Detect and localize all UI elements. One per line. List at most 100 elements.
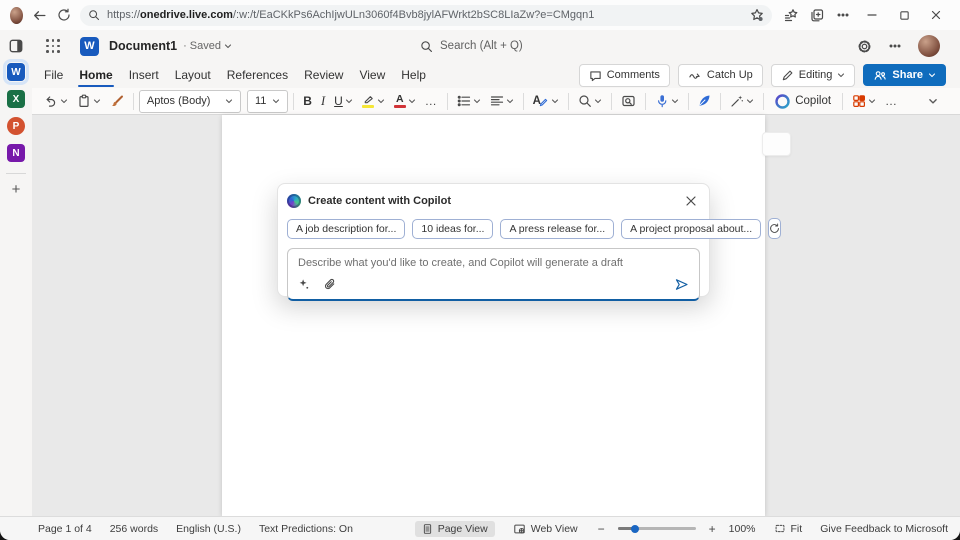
fit-button[interactable]: Fit (767, 521, 810, 537)
zoom-slider[interactable] (618, 527, 696, 530)
chip-ideas[interactable]: 10 ideas for... (412, 219, 493, 239)
send-icon[interactable] (674, 277, 689, 292)
sidebar-word-app[interactable]: W (7, 63, 25, 81)
chip-project-proposal[interactable]: A project proposal about... (621, 219, 761, 239)
close-window-button[interactable] (922, 3, 950, 27)
tab-home[interactable]: Home (71, 64, 120, 86)
paperclip-icon[interactable] (323, 278, 336, 291)
refresh-suggestions-button[interactable] (768, 218, 781, 239)
chevron-down-icon (60, 97, 68, 105)
back-button[interactable] (31, 4, 48, 26)
tab-insert[interactable]: Insert (121, 64, 167, 86)
copilot-create-dialog: Create content with Copilot A job descri… (277, 183, 710, 297)
page-count[interactable]: Page 1 of 4 (38, 523, 92, 535)
text-predictions[interactable]: Text Predictions: On (259, 523, 353, 535)
page-view-button[interactable]: Page View (415, 521, 495, 537)
tab-review[interactable]: Review (296, 64, 351, 86)
rewrite-sparkle-icon[interactable] (298, 278, 311, 291)
clipboard-icon (77, 94, 91, 108)
squiggle-arrow-icon (688, 69, 702, 82)
app-launcher-button[interactable] (46, 39, 60, 53)
save-status[interactable]: · Saved (183, 40, 232, 52)
account-avatar[interactable] (918, 35, 940, 57)
browser-window: https://onedrive.live.com/:w:/t/EaCKkPs6… (0, 0, 960, 540)
input-toolbar (298, 277, 689, 292)
more-font-options-button[interactable]: … (421, 90, 442, 112)
chip-job-description[interactable]: A job description for... (287, 219, 405, 239)
toolbar-divider (523, 93, 524, 110)
tab-file[interactable]: File (36, 64, 71, 86)
toolbar-overflow-button[interactable]: … (881, 90, 902, 112)
undo-button[interactable] (40, 90, 72, 112)
underline-button[interactable]: U (330, 90, 357, 112)
people-icon (873, 69, 887, 82)
font-size-select[interactable]: 11 (247, 90, 288, 113)
share-button[interactable]: Share (863, 64, 946, 86)
bullet-list-button[interactable] (453, 90, 485, 112)
collapse-ribbon-button[interactable] (928, 96, 938, 106)
editing-mode-button[interactable]: Editing (771, 64, 856, 87)
web-view-button[interactable]: Web View (506, 521, 585, 537)
browser-menu-button[interactable] (832, 4, 854, 26)
minimize-button[interactable] (858, 3, 886, 27)
collections-button[interactable] (806, 4, 828, 26)
zoom-level[interactable]: 100% (729, 523, 756, 535)
margin-note-button[interactable] (762, 132, 791, 156)
maximize-button[interactable] (890, 3, 918, 27)
addins-button[interactable] (848, 90, 880, 112)
dialog-close-button[interactable] (682, 192, 700, 210)
chip-press-release[interactable]: A press release for... (500, 219, 614, 239)
search-box[interactable]: Search (Alt + Q) (420, 30, 523, 62)
font-color-letter: A (396, 94, 404, 104)
zoom-slider-thumb[interactable] (631, 525, 639, 533)
paste-button[interactable] (73, 90, 105, 112)
highlight-color-button[interactable] (358, 90, 389, 112)
word-logo-icon[interactable]: W (80, 37, 99, 56)
sidebar-pages-button[interactable] (8, 38, 24, 54)
settings-button[interactable] (857, 39, 872, 54)
find-button[interactable] (574, 90, 606, 112)
refresh-button[interactable] (55, 4, 72, 26)
format-painter-button[interactable] (106, 90, 128, 112)
sidebar-excel-app[interactable]: X (7, 90, 25, 108)
tab-help[interactable]: Help (393, 64, 434, 86)
addins-icon (852, 94, 866, 108)
close-icon (930, 9, 942, 21)
auto-rewrite-button[interactable] (726, 90, 758, 112)
word-icon: W (11, 67, 20, 78)
catch-up-button[interactable]: Catch Up (678, 64, 763, 87)
font-name-select[interactable]: Aptos (Body) (139, 90, 241, 113)
word-count[interactable]: 256 words (110, 523, 158, 535)
copilot-button[interactable]: Copilot (769, 94, 837, 109)
alignment-button[interactable] (486, 90, 518, 112)
zoom-out-button[interactable]: − (596, 522, 607, 536)
tab-layout[interactable]: Layout (167, 64, 219, 86)
favorites-bar-button[interactable] (780, 4, 802, 26)
tab-view[interactable]: View (351, 64, 393, 86)
font-color-button[interactable]: A (390, 90, 420, 112)
address-bar[interactable]: https://onedrive.live.com/:w:/t/EaCKkPs6… (80, 5, 772, 26)
reuse-files-button[interactable] (617, 90, 640, 112)
feedback-link[interactable]: Give Feedback to Microsoft (820, 523, 948, 535)
comments-button[interactable]: Comments (579, 64, 670, 87)
editor-button[interactable] (693, 90, 715, 112)
zoom-in-button[interactable]: + (707, 522, 718, 536)
document-title[interactable]: Document1 (109, 39, 177, 53)
dictate-button[interactable] (651, 90, 683, 112)
tab-references[interactable]: References (219, 64, 296, 86)
header-right-controls (857, 35, 950, 57)
styles-button[interactable]: A (529, 90, 563, 112)
browser-profile-avatar[interactable] (10, 7, 23, 24)
language[interactable]: English (U.S.) (176, 523, 241, 535)
italic-button[interactable]: I (317, 90, 329, 112)
sidebar-powerpoint-app[interactable]: P (7, 117, 25, 135)
highlighter-icon (362, 94, 375, 104)
sidebar-onenote-app[interactable]: N (7, 144, 25, 162)
toolbar-divider (293, 93, 294, 110)
header-more-button[interactable] (888, 39, 902, 53)
document-page[interactable] (222, 115, 765, 516)
favorite-star-icon[interactable] (750, 8, 764, 22)
sidebar-add-button[interactable]: + (12, 183, 21, 197)
bold-button[interactable]: B (299, 90, 316, 112)
url-text[interactable]: https://onedrive.live.com/:w:/t/EaCKkPs6… (107, 9, 743, 21)
